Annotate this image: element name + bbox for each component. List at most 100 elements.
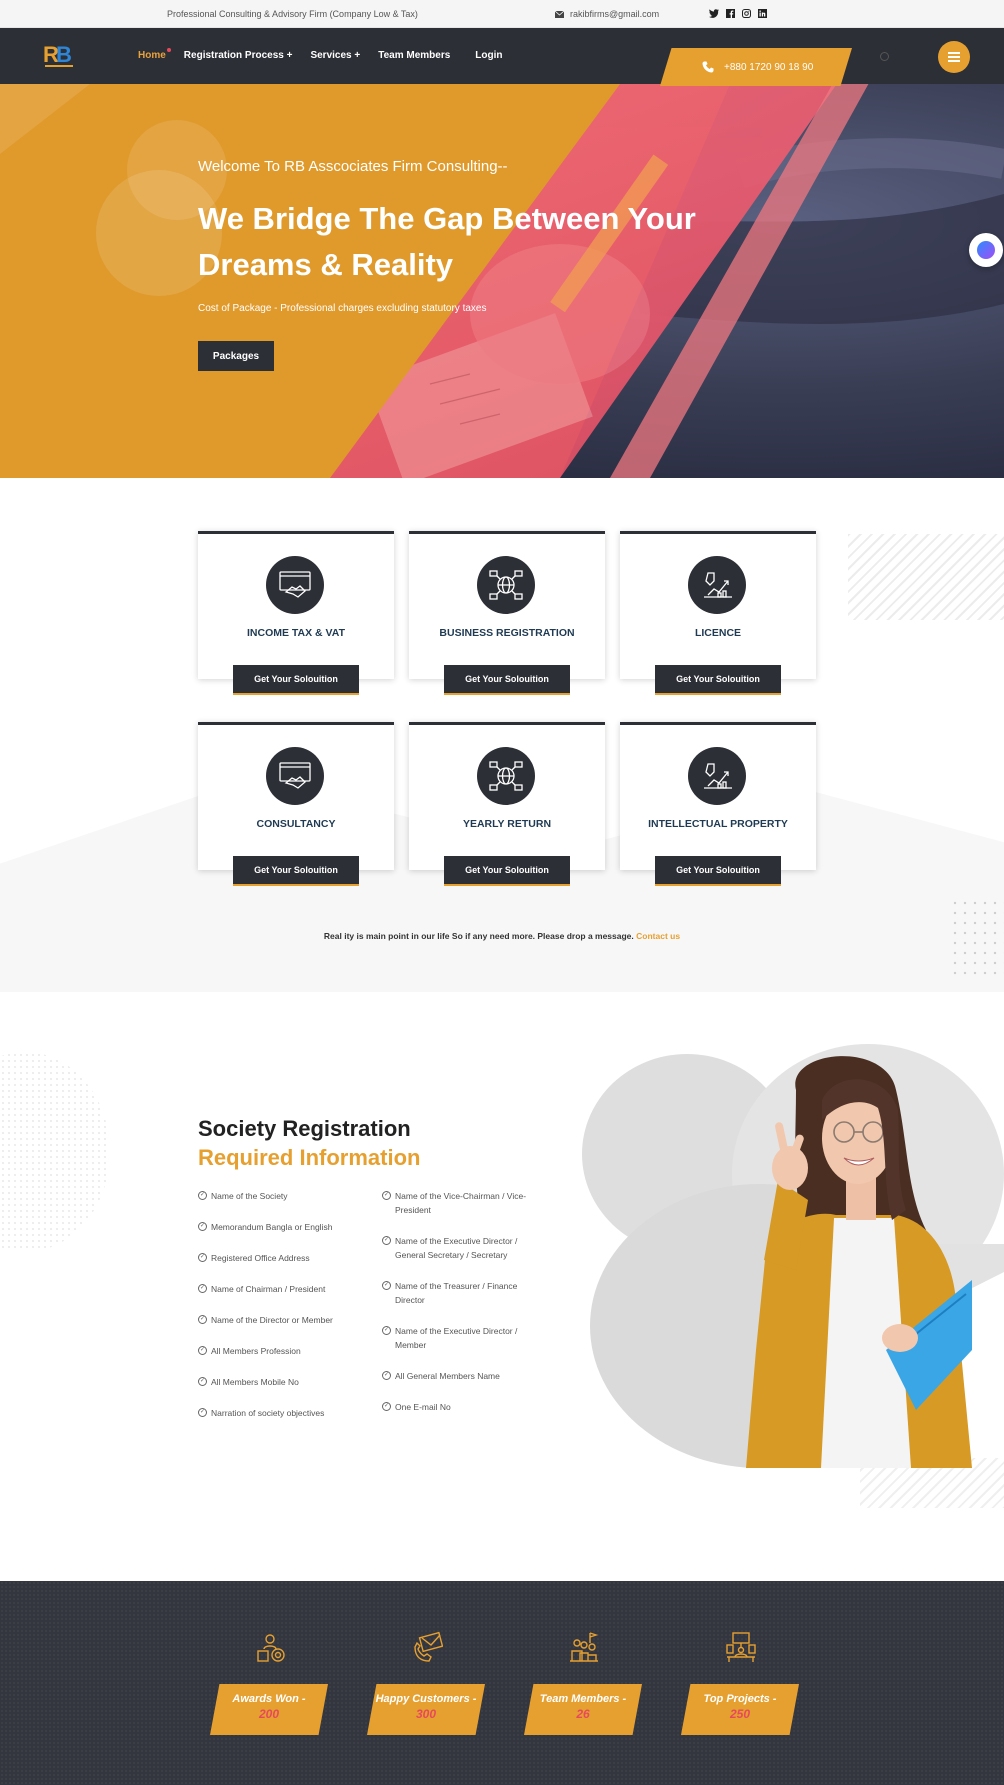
email-text: rakibfirms@gmail.com [570, 9, 660, 19]
hamburger-icon [948, 56, 960, 58]
check-circle-icon: ✓ [382, 1326, 391, 1335]
list-item: ✓ Name of the Executive Director / Genera… [382, 1236, 518, 1260]
packages-button[interactable]: Packages [198, 341, 274, 371]
nav-home[interactable]: Home [138, 48, 171, 61]
service-title: YEARLY RETURN [462, 818, 552, 830]
list-item: ✓ Narration of society objectives [198, 1408, 325, 1418]
desk-computer-icon [726, 1632, 756, 1662]
linkedin-icon[interactable] [757, 8, 767, 18]
service-title: INTELLECTUAL PROPERTY [648, 818, 788, 830]
growth-chart-icon [688, 556, 746, 614]
messenger-icon [977, 241, 995, 259]
contact-us-link[interactable]: Contact us [636, 931, 680, 941]
list-item: ✓ Name of the Executive Director / Member [382, 1326, 518, 1350]
hero-decor-triangle [0, 84, 90, 154]
search-icon[interactable] [880, 52, 889, 61]
topbar-tagline: Professional Consulting & Advisory Firm … [167, 9, 418, 19]
service-title: BUSINESS REGISTRATION [439, 627, 575, 639]
nav-team-members[interactable]: Team Members [378, 50, 450, 61]
messenger-chat-button[interactable] [969, 233, 1003, 267]
get-solution-button[interactable]: Get Your Solouition [233, 665, 359, 695]
phone-number: +880 1720 90 18 90 [724, 61, 814, 73]
list-item: ✓ Memorandum Bangla or English [198, 1222, 333, 1232]
instagram-icon[interactable] [741, 8, 751, 18]
list-item: ✓ Name of the Society [198, 1191, 288, 1201]
check-circle-icon: ✓ [382, 1236, 391, 1245]
list-item: ✓ All Members Mobile No [198, 1377, 299, 1387]
nav-links: Home Registration Process + Services + T… [138, 48, 521, 61]
get-solution-button[interactable]: Get Your Solouition [444, 856, 570, 886]
handshake-icon [266, 747, 324, 805]
social-links [709, 8, 767, 18]
list-item: ✓ Name of the Vice-Chairman / Vice-Presid… [382, 1191, 527, 1215]
service-card-licence: LICENCE Get Your Solouition [620, 531, 816, 695]
stat-value: 200 [258, 1707, 280, 1721]
check-circle-icon: ✓ [198, 1408, 207, 1417]
list-item: ✓ All General Members Name [382, 1371, 500, 1381]
phone-mail-icon [414, 1631, 443, 1662]
hero-title: We Bridge The Gap Between Your Dreams & … [198, 201, 696, 282]
get-solution-button[interactable]: Get Your Solouition [655, 665, 781, 695]
stat-label: Awards Won - [232, 1693, 306, 1705]
nav-registration-process[interactable]: Registration Process + [184, 50, 293, 61]
society-registration-section: Society Registration Required Informatio… [0, 992, 1004, 1581]
service-card-income-tax: INCOME TAX & VAT Get Your Solouition [198, 531, 394, 695]
check-circle-icon: ✓ [198, 1315, 207, 1324]
decor-dot-circle [0, 1052, 110, 1252]
check-circle-icon: ✓ [198, 1377, 207, 1386]
network-globe-icon [477, 747, 535, 805]
decor-hatch [848, 534, 1004, 620]
woman-with-clipboard-image [746, 1056, 972, 1468]
handshake-icon [266, 556, 324, 614]
phone-contact-box[interactable]: +880 1720 90 18 90 [660, 48, 852, 86]
hero-eyebrow: Welcome To RB Asscociates Firm Consultin… [198, 158, 508, 175]
stat-value: 300 [415, 1707, 437, 1721]
check-circle-icon: ✓ [382, 1371, 391, 1380]
stat-label: Team Members - [539, 1693, 627, 1705]
stat-value: 250 [729, 1707, 751, 1721]
hamburger-menu-button[interactable] [938, 41, 970, 73]
stat-badge: Awards Won - 200 [210, 1684, 328, 1735]
rb-logo[interactable]: R B [43, 40, 77, 70]
hero-subtitle: Cost of Package - Professional charges e… [198, 303, 487, 314]
check-circle-icon: ✓ [198, 1346, 207, 1355]
stat-label: Top Projects - [703, 1693, 777, 1705]
envelope-icon [555, 10, 564, 18]
topbar-email[interactable]: rakibfirms@gmail.com [555, 9, 659, 19]
check-circle-icon: ✓ [198, 1191, 207, 1200]
check-circle-icon: ✓ [382, 1281, 391, 1290]
services-section: INCOME TAX & VAT Get Your Solouition BUS… [0, 478, 1004, 992]
list-item: ✓ One E-mail No [382, 1402, 451, 1412]
society-subtitle: Required Information [198, 1145, 421, 1170]
requirements-list-left: ✓ Name of the Society ✓ Memorandum Bangla … [198, 1189, 358, 1437]
check-circle-icon: ✓ [198, 1284, 207, 1293]
service-card-intellectual-property: INTELLECTUAL PROPERTY Get Your Solouitio… [620, 722, 816, 886]
nav-login[interactable]: Login [475, 50, 502, 61]
check-circle-icon: ✓ [382, 1402, 391, 1411]
get-solution-button[interactable]: Get Your Solouition [233, 856, 359, 886]
list-item: ✓ Name of the Director or Member [198, 1315, 333, 1325]
list-item: ✓ Name of Chairman / President [198, 1284, 326, 1294]
nav-services[interactable]: Services + [310, 50, 360, 61]
get-solution-button[interactable]: Get Your Solouition [444, 665, 570, 695]
requirements-list-right: ✓ Name of the Vice-Chairman / Vice-Presid… [382, 1189, 542, 1445]
get-solution-button[interactable]: Get Your Solouition [655, 856, 781, 886]
services-note-text: Real ity is main point in our life So if… [323, 931, 634, 941]
top-bar: Professional Consulting & Advisory Firm … [0, 0, 1004, 28]
check-circle-icon: ✓ [198, 1253, 207, 1262]
service-card-yearly-return: YEARLY RETURN Get Your Solouition [409, 722, 605, 886]
network-globe-icon [477, 556, 535, 614]
service-title: INCOME TAX & VAT [247, 627, 345, 639]
facebook-icon[interactable] [725, 8, 735, 18]
phone-icon [702, 61, 714, 73]
service-card-business-registration: BUSINESS REGISTRATION Get Your Solouitio… [409, 531, 605, 695]
list-item: ✓ Name of the Treasurer / Finance Directo… [382, 1281, 518, 1305]
check-circle-icon: ✓ [382, 1191, 391, 1200]
stats-section: Awards Won - 200 Happy Customers - 300 T… [0, 1581, 1004, 1785]
service-title: LICENCE [694, 627, 742, 639]
list-item: ✓ Registered Office Address [198, 1253, 310, 1263]
award-icon [257, 1634, 285, 1662]
twitter-icon[interactable] [709, 8, 719, 18]
service-card-consultancy: CONSULTANCY Get Your Solouition [198, 722, 394, 886]
main-navbar: R B Home Registration Process + Services… [0, 28, 1004, 84]
